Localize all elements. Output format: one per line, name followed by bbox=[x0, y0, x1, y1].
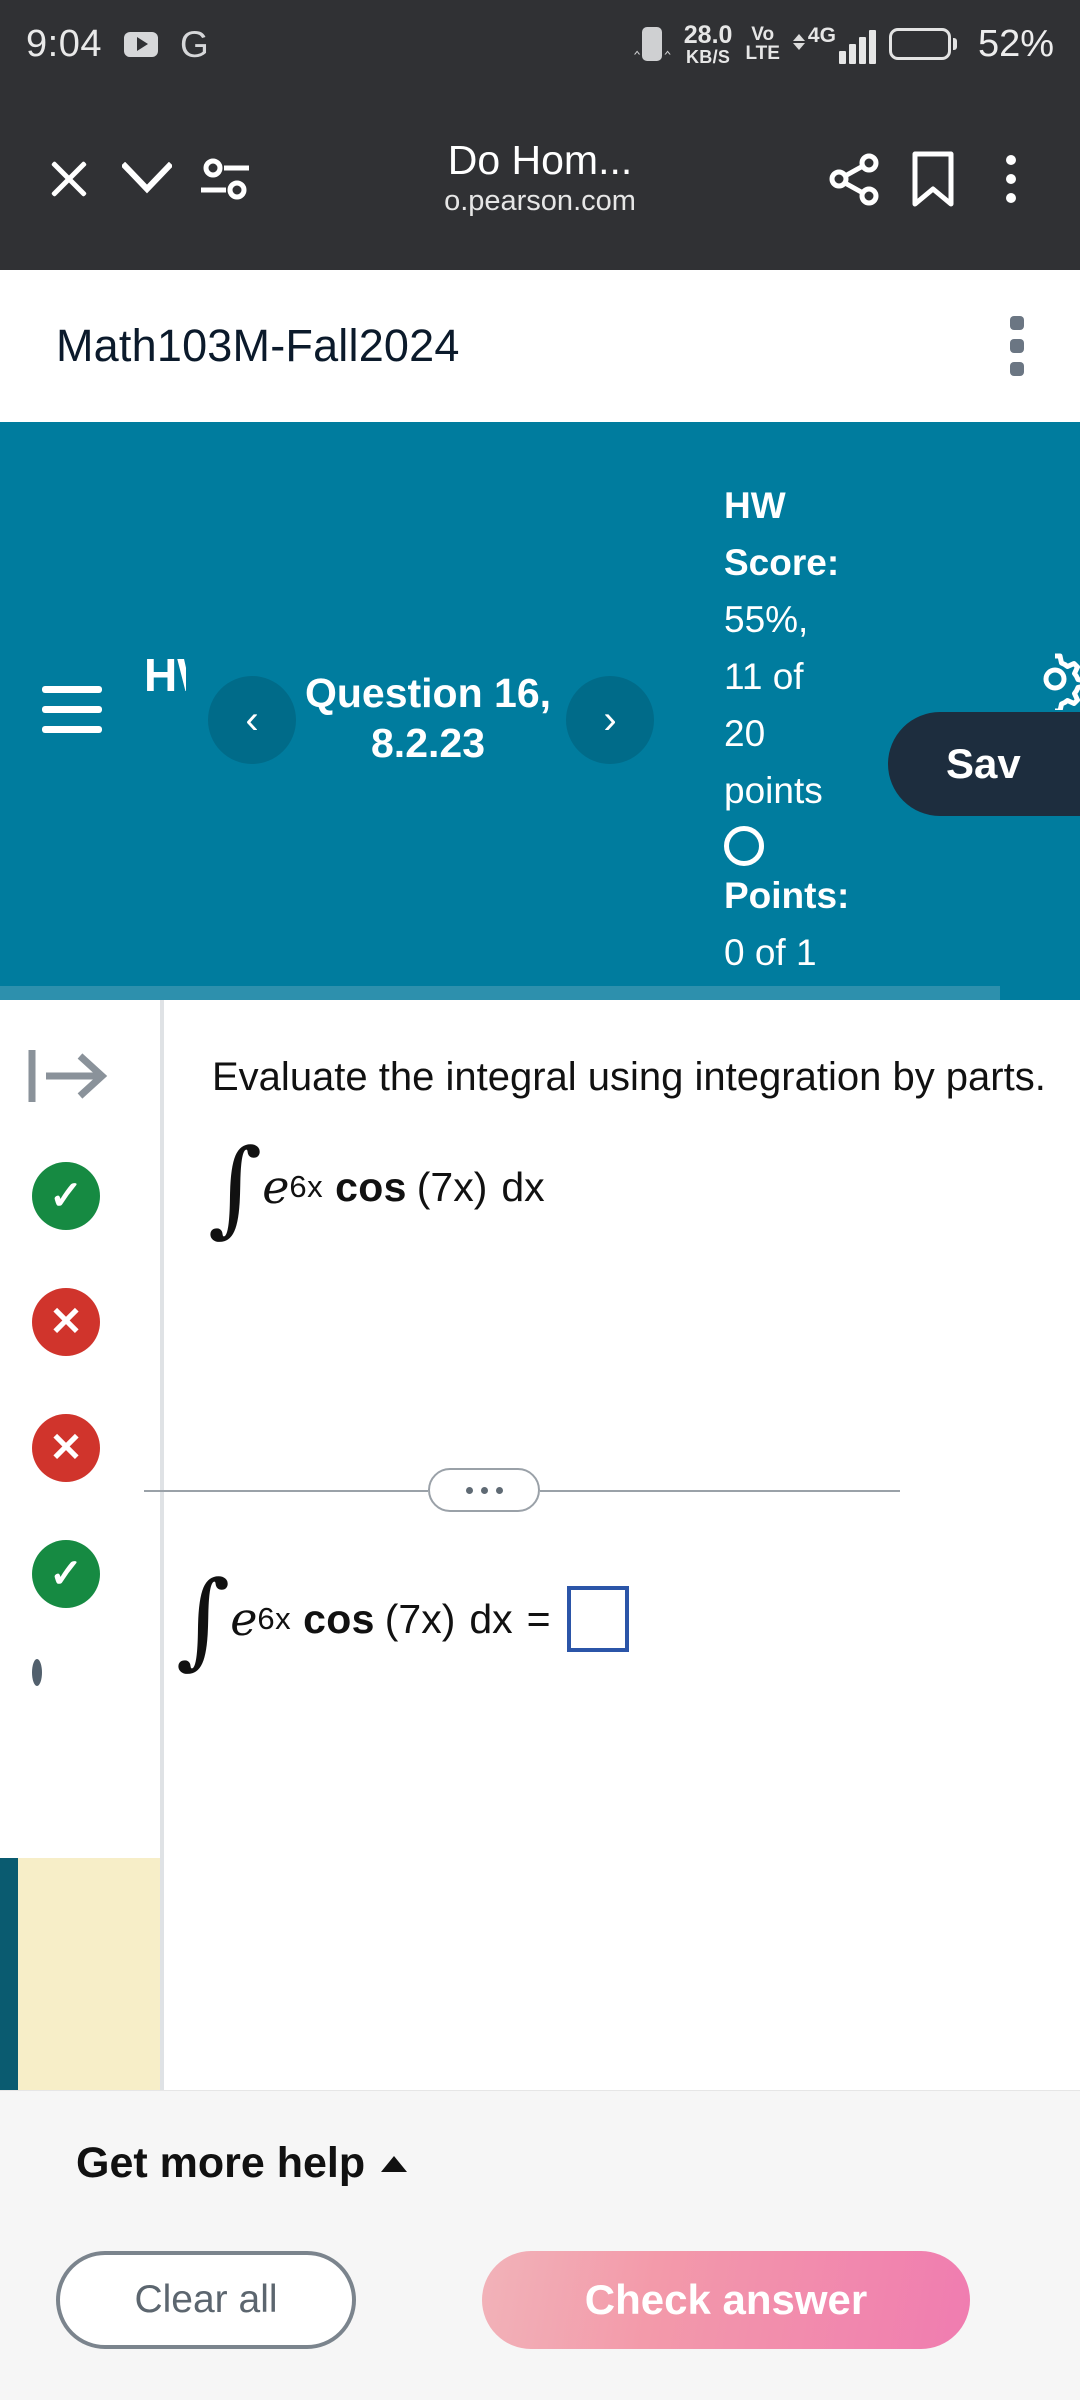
course-menu-icon[interactable] bbox=[1010, 316, 1024, 376]
page-title: Do Hom... bbox=[447, 138, 633, 184]
question-status-rail: ✓ ✕ ✕ ✓ bbox=[0, 1000, 160, 2090]
overflow-menu-icon[interactable] bbox=[972, 140, 1050, 218]
screen: 9:04 G ‸ ‸ 28.0 KB/S Vo LTE 4G 52% Do Ho… bbox=[0, 0, 1080, 2400]
volte-indicator: Vo LTE bbox=[745, 24, 780, 64]
integral-symbol: ∫ bbox=[176, 1558, 231, 1680]
battery-percent: 52% bbox=[977, 22, 1054, 65]
jump-to-icon[interactable] bbox=[26, 1040, 110, 1112]
share-icon[interactable] bbox=[816, 140, 894, 218]
tune-sliders-icon[interactable] bbox=[186, 140, 264, 218]
check-answer-button[interactable]: Check answer bbox=[482, 2251, 970, 2349]
google-icon: G bbox=[179, 23, 209, 65]
hw-score-label: HW Score: bbox=[724, 485, 840, 583]
correct-marker[interactable]: ✓ bbox=[32, 1162, 100, 1230]
battery-icon bbox=[888, 28, 957, 60]
assignment-name-clipped: HW: Assignment bbox=[144, 649, 186, 701]
exponent: 6x bbox=[289, 1169, 324, 1204]
android-status-bar: 9:04 G ‸ ‸ 28.0 KB/S Vo LTE 4G 52% bbox=[0, 0, 1080, 88]
close-icon: ✕ bbox=[32, 1288, 100, 1356]
clock: 9:04 bbox=[26, 22, 102, 65]
current-question-edge bbox=[0, 1858, 18, 2090]
incorrect-marker[interactable]: ✕ bbox=[32, 1414, 100, 1482]
question-label: Question 16, 8.2.23 bbox=[304, 670, 552, 767]
bottom-action-bar: Get more help Clear all Check answer bbox=[0, 2090, 1080, 2400]
incorrect-marker[interactable]: ✕ bbox=[32, 1288, 100, 1356]
get-more-help-button[interactable]: Get more help bbox=[76, 2139, 408, 2188]
course-header: Math103M-Fall2024 bbox=[0, 270, 1080, 422]
differential: dx bbox=[501, 1163, 545, 1210]
check-icon: ✓ bbox=[32, 1162, 100, 1230]
close-icon[interactable] bbox=[30, 140, 108, 218]
unanswered-marker[interactable] bbox=[32, 1659, 100, 1732]
status-bar-left: 9:04 G bbox=[26, 23, 209, 66]
points-value: 0 of 1 bbox=[724, 931, 817, 973]
answer-expression: ∫ e 6x cos (7x) dx = bbox=[176, 1558, 629, 1680]
previous-question-button[interactable]: ‹ bbox=[208, 676, 296, 764]
browser-toolbar: Do Hom... o.pearson.com bbox=[0, 88, 1080, 270]
header-scrollbar[interactable] bbox=[0, 986, 1000, 1000]
exponential-base: e bbox=[262, 1160, 290, 1214]
answer-input[interactable] bbox=[566, 1586, 629, 1652]
collapsible-divider bbox=[144, 1468, 1080, 1512]
current-question-highlight bbox=[0, 1858, 160, 2090]
hamburger-menu-icon[interactable] bbox=[42, 686, 102, 733]
question-prompt: Evaluate the integral using integration … bbox=[212, 1055, 1046, 1099]
close-icon: ✕ bbox=[32, 1414, 100, 1482]
vibrate-icon: ‸ ‸ bbox=[634, 27, 671, 61]
save-button[interactable]: Sav bbox=[888, 712, 1080, 816]
integral-expression: ∫ e 6x cos (7x) dx bbox=[208, 1126, 545, 1248]
toolbar-title-block[interactable]: Do Hom... o.pearson.com bbox=[264, 138, 816, 219]
gear-icon[interactable] bbox=[1024, 648, 1080, 714]
correct-marker[interactable]: ✓ bbox=[32, 1540, 100, 1608]
check-icon: ✓ bbox=[32, 1540, 100, 1608]
open-circle-icon bbox=[724, 825, 764, 866]
question-content: Evaluate the integral using integration … bbox=[144, 1000, 1080, 2090]
assignment-header: HW: Assignment ‹ Question 16, 8.2.23 › H… bbox=[0, 422, 1080, 1000]
course-title: Math103M-Fall2024 bbox=[56, 320, 460, 371]
equals-sign: = bbox=[526, 1595, 551, 1642]
get-more-help-label: Get more help bbox=[76, 2139, 366, 2187]
bookmark-icon[interactable] bbox=[894, 140, 972, 218]
next-question-button[interactable]: › bbox=[566, 676, 654, 764]
trig-argument: (7x) bbox=[416, 1163, 488, 1210]
clear-all-button[interactable]: Clear all bbox=[56, 2251, 356, 2349]
hw-score-value: 55%, 11 of 20 points bbox=[724, 598, 823, 811]
trig-function: cos bbox=[335, 1163, 407, 1210]
trig-argument: (7x) bbox=[384, 1595, 456, 1642]
integral-symbol: ∫ bbox=[208, 1126, 263, 1248]
differential: dx bbox=[469, 1595, 513, 1642]
signal-bars-icon: 4G bbox=[792, 24, 876, 64]
trig-function: cos bbox=[303, 1595, 375, 1642]
rail-divider bbox=[160, 1000, 164, 2090]
caret-up-icon bbox=[381, 2155, 408, 2172]
open-circle-icon bbox=[32, 1659, 42, 1686]
status-bar-right: ‸ ‸ 28.0 KB/S Vo LTE 4G 52% bbox=[634, 20, 1054, 67]
chevron-down-icon[interactable] bbox=[108, 140, 186, 218]
exponential-base: e bbox=[230, 1592, 258, 1646]
exponent: 6x bbox=[257, 1601, 292, 1636]
expand-dots-button[interactable] bbox=[428, 1468, 540, 1512]
hw-score-block: HW Score: 55%, 11 of 20 points Points: 0… bbox=[724, 478, 854, 982]
points-label: Points: bbox=[724, 874, 850, 916]
network-speed: 28.0 KB/S bbox=[683, 20, 733, 67]
page-url: o.pearson.com bbox=[444, 185, 636, 218]
youtube-icon bbox=[123, 31, 158, 57]
